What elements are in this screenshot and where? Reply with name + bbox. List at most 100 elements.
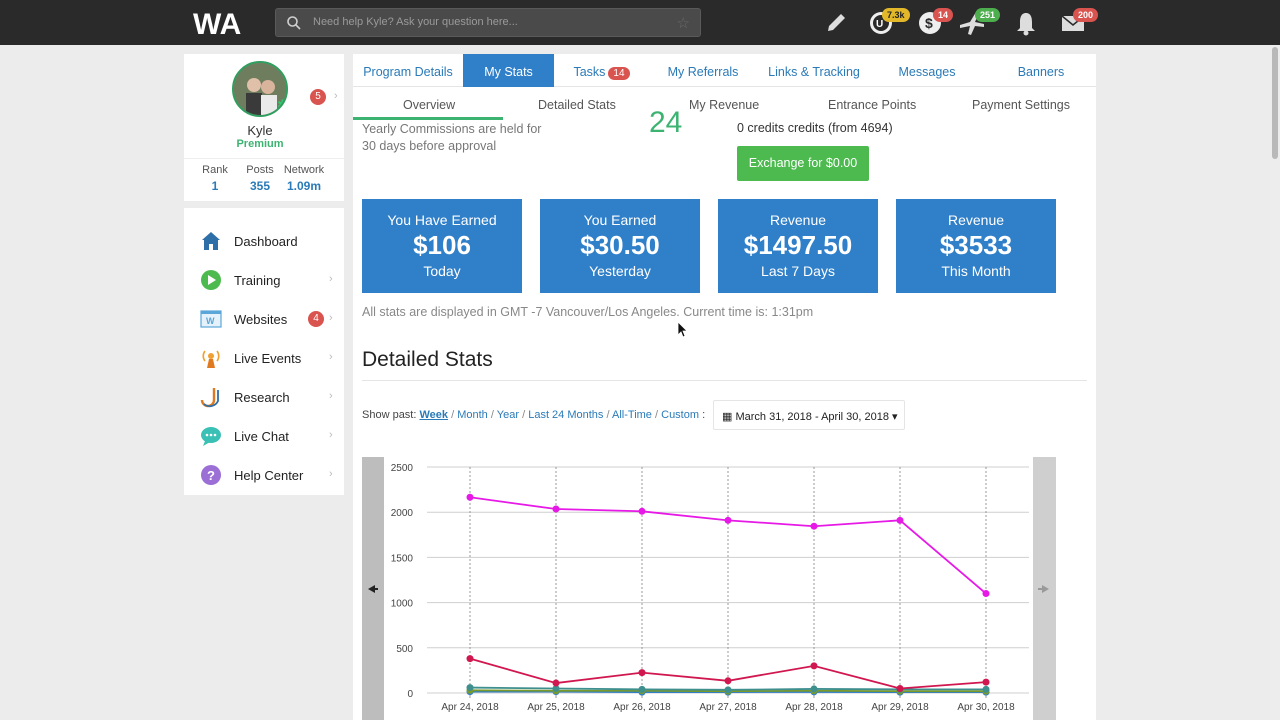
filter-custom[interactable]: Custom (661, 409, 699, 421)
sidebar-item-live-chat[interactable]: Live Chat › (184, 417, 344, 456)
line-chart: 0 500 1000 1500 2000 2500 Apr 24, 2018 Apr 25, … (391, 463, 1029, 713)
chevron-right-icon: › (329, 429, 333, 441)
chevron-right-icon[interactable]: › (334, 90, 338, 102)
subtab-my-revenue[interactable]: My Revenue (689, 98, 759, 112)
tab-label: Program Details (363, 65, 453, 79)
exchange-button[interactable]: Exchange for $0.00 (737, 146, 869, 181)
x-tick-label: Apr 24, 2018 (441, 702, 499, 713)
filter-week[interactable]: Week (419, 409, 448, 421)
page-scrollbar[interactable] (1270, 45, 1280, 720)
x-tick-label: Apr 26, 2018 (613, 702, 671, 713)
search-input[interactable]: Need help Kyle? Ask your question here..… (313, 16, 518, 28)
sidebar-item-live-events[interactable]: Live Events › (184, 339, 344, 378)
data-point (466, 493, 474, 501)
arrow-right-icon (1038, 585, 1049, 593)
sidebar-item-dashboard[interactable]: Dashboard (184, 222, 344, 261)
website-icon: W (200, 310, 222, 328)
x-tick-label: Apr 25, 2018 (527, 702, 585, 713)
sidebar-item-research[interactable]: Research › (184, 378, 344, 417)
sidebar-item-training[interactable]: Training › (184, 261, 344, 300)
y-tick-label: 0 (407, 689, 413, 700)
tab-program-details[interactable]: Program Details (353, 54, 463, 87)
search-bar[interactable]: Need help Kyle? Ask your question here..… (275, 8, 701, 37)
tab-links-tracking[interactable]: Links & Tracking (758, 54, 870, 87)
bell-icon[interactable] (1015, 9, 1037, 37)
airplane-badge: 251 (975, 8, 1001, 22)
stat-label: Rank (202, 164, 228, 176)
sidebar-item-label: Dashboard (234, 234, 298, 249)
tab-tasks[interactable]: Tasks 14 (554, 54, 649, 87)
subtab-payment-settings[interactable]: Payment Settings (972, 98, 1070, 112)
tasks-badge: 14 (608, 67, 630, 80)
main-panel: Program Details My Stats Tasks 14 My Refe… (353, 54, 1096, 720)
stat-label: Network (283, 164, 325, 176)
separator: / (655, 409, 659, 421)
profile-notification-badge[interactable]: 5 (310, 89, 326, 105)
sidebar-item-websites[interactable]: W Websites 4 › (184, 300, 344, 339)
date-range-text: March 31, 2018 - April 30, 2018 (735, 411, 889, 423)
chat-icon (201, 427, 221, 446)
data-point (466, 655, 474, 663)
tab-messages[interactable]: Messages (880, 54, 974, 87)
online-status-icon: ✱ (277, 97, 288, 112)
profile-name[interactable]: Kyle (184, 123, 336, 138)
filter-month[interactable]: Month (457, 409, 488, 421)
period-filters: Show past: Week / Month / Year / Last 24… (362, 409, 705, 421)
card-title: You Earned (583, 212, 657, 228)
chevron-right-icon: › (329, 468, 333, 480)
tab-label: My Referrals (667, 65, 739, 79)
svg-text:$: $ (925, 15, 933, 31)
profile-card: ✱ 5 › Kyle Premium Rank 1 Posts 355 Netw… (184, 54, 344, 201)
card-title: Revenue (947, 212, 1005, 228)
sidebar-item-label: Websites (234, 312, 288, 327)
wa-logo[interactable]: WA (193, 8, 263, 38)
stat-value[interactable]: 355 (244, 179, 276, 193)
earnings-card-today: You Have Earned $106 Today (362, 199, 522, 293)
x-tick-label: Apr 30, 2018 (957, 702, 1015, 713)
data-point (724, 686, 732, 694)
home-icon (202, 232, 220, 250)
filter-all-time[interactable]: All-Time (612, 409, 652, 421)
subtab-detailed-stats[interactable]: Detailed Stats (538, 98, 616, 112)
tab-my-referrals[interactable]: My Referrals (653, 54, 753, 87)
sidebar-item-help-center[interactable]: ? Help Center › (184, 456, 344, 495)
y-tick-label: 1500 (391, 553, 414, 564)
data-point (982, 678, 990, 686)
stat-network: Network 1.09m (283, 164, 325, 193)
filter-last-24-months[interactable]: Last 24 Months (528, 409, 603, 421)
date-range-picker[interactable]: ▦ March 31, 2018 - April 30, 2018 ▾ (713, 400, 905, 430)
chevron-right-icon: › (329, 312, 333, 324)
avatar[interactable]: ✱ (232, 61, 288, 117)
separator: / (606, 409, 610, 421)
subtab-entrance-points[interactable]: Entrance Points (828, 98, 916, 112)
stat-label: Posts (246, 164, 274, 176)
pencil-icon[interactable] (825, 9, 847, 37)
stat-value[interactable]: 1.09m (283, 179, 325, 193)
scrollbar-thumb[interactable] (1272, 47, 1278, 159)
chevron-right-icon: › (329, 351, 333, 363)
data-point (638, 685, 646, 693)
tab-banners[interactable]: Banners (1001, 54, 1081, 87)
tab-label: Banners (1017, 65, 1065, 79)
calendar-icon: ▦ (722, 411, 733, 423)
filter-year[interactable]: Year (497, 409, 519, 421)
tab-label: Links & Tracking (768, 65, 860, 79)
star-icon[interactable]: ☆ (677, 14, 690, 32)
data-point (810, 662, 818, 670)
chart-next-button[interactable] (1033, 457, 1056, 720)
stats-chart: 0 500 1000 1500 2000 2500 Apr 24, 2018 Apr 25, … (362, 457, 1056, 720)
tab-label: Messages (898, 65, 956, 79)
data-point (896, 684, 904, 692)
earnings-card-yesterday: You Earned $30.50 Yesterday (540, 199, 700, 293)
stat-rank: Rank 1 (200, 164, 230, 193)
mail-badge: 200 (1073, 8, 1099, 22)
tab-my-stats[interactable]: My Stats (463, 54, 554, 87)
tab-label: My Stats (484, 65, 533, 79)
data-point (724, 516, 732, 524)
credits-badge: 7.3k (882, 8, 910, 22)
data-point (552, 679, 560, 687)
stat-value[interactable]: 1 (200, 179, 230, 193)
card-amount: $106 (413, 230, 471, 260)
top-navbar: WA Need help Kyle? Ask your question her… (0, 0, 1280, 45)
subtab-overview[interactable]: Overview (403, 98, 455, 112)
